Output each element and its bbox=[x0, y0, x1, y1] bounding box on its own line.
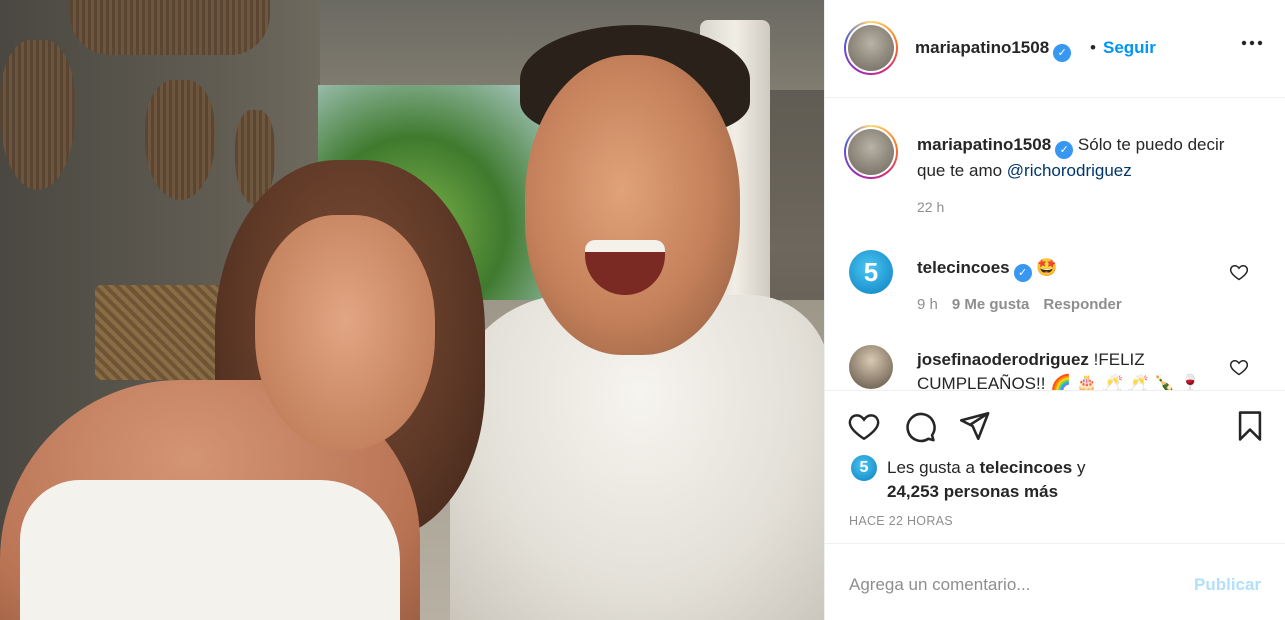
caption-username[interactable]: mariapatino1508 bbox=[917, 135, 1051, 154]
comment-username[interactable]: josefinaoderodriguez bbox=[917, 350, 1089, 369]
likes-middle: y bbox=[1072, 458, 1086, 477]
photo-woman-face bbox=[255, 215, 435, 450]
comment-like-heart-icon[interactable] bbox=[1229, 262, 1249, 282]
verified-badge-icon: ✓ bbox=[1055, 141, 1074, 159]
comment-item: josefinaoderodriguez !FELIZ CUMPLEAÑOS!!… bbox=[825, 345, 1285, 390]
post-photo[interactable] bbox=[0, 0, 824, 620]
author-avatar[interactable] bbox=[844, 21, 898, 75]
add-comment-input[interactable]: Agrega un comentario... bbox=[849, 575, 1030, 595]
comment-time[interactable]: 9 h bbox=[917, 296, 938, 313]
likes-summary: 5 Les gusta a telecincoes y 24,253 perso… bbox=[825, 455, 1285, 505]
caption-avatar[interactable] bbox=[844, 125, 898, 179]
telecinco-small-avatar[interactable]: 5 bbox=[851, 455, 877, 481]
likes-prefix: Les gusta a bbox=[887, 458, 980, 477]
comment-like-heart-icon[interactable] bbox=[1229, 357, 1249, 377]
share-send-icon[interactable] bbox=[957, 409, 991, 443]
username-text[interactable]: mariapatino1508 bbox=[915, 38, 1049, 57]
caption-text: mariapatino1508 ✓ Sólo te puedo decir que… bbox=[917, 133, 1237, 183]
verified-badge-icon: ✓ bbox=[1013, 264, 1032, 282]
likes-text: Les gusta a telecincoes y 24,253 persona… bbox=[887, 456, 1085, 504]
add-comment-bar: Agrega un comentario... Publicar bbox=[825, 543, 1285, 620]
publish-button[interactable]: Publicar bbox=[1194, 575, 1261, 595]
photo-woman-dress bbox=[20, 480, 400, 620]
more-options-icon[interactable] bbox=[1241, 32, 1263, 60]
photo-basket bbox=[145, 80, 215, 200]
comment-item: 5 telecincoes ✓ 🤩 9 h 9 Me gusta Responder bbox=[825, 250, 1285, 320]
reply-button[interactable]: Responder bbox=[1043, 296, 1121, 313]
comment-username[interactable]: telecincoes bbox=[917, 258, 1010, 277]
post-actions-bar bbox=[825, 390, 1285, 450]
comment-line: telecincoes ✓ 🤩 bbox=[917, 256, 1237, 282]
save-bookmark-icon[interactable] bbox=[1233, 409, 1267, 443]
commenter-avatar[interactable] bbox=[849, 345, 893, 389]
author-username[interactable]: mariapatino1508 ✓ bbox=[915, 38, 1072, 62]
like-heart-icon[interactable] bbox=[847, 409, 881, 443]
separator-dot: • bbox=[1090, 38, 1096, 57]
comment-likes[interactable]: 9 Me gusta bbox=[952, 296, 1030, 313]
photo-basket bbox=[0, 40, 75, 190]
follow-button[interactable]: Seguir bbox=[1103, 38, 1156, 58]
comment-text: 🤩 bbox=[1036, 258, 1058, 277]
post-side-panel: mariapatino1508 ✓ • Seguir mariapatino150… bbox=[824, 0, 1285, 620]
post-timestamp[interactable]: HACE 22 HORAS bbox=[849, 514, 953, 528]
post-header: mariapatino1508 ✓ • Seguir bbox=[825, 0, 1285, 98]
caption-time[interactable]: 22 h bbox=[917, 199, 944, 215]
photo-man-face bbox=[525, 55, 740, 355]
photo-cabinet bbox=[95, 285, 225, 380]
comment-meta: 9 h 9 Me gusta Responder bbox=[917, 296, 1122, 313]
likes-user-link[interactable]: telecincoes bbox=[980, 458, 1073, 477]
telecinco-avatar[interactable]: 5 bbox=[849, 250, 893, 294]
caption-mention-link[interactable]: @richorodriguez bbox=[1007, 161, 1132, 180]
verified-badge-icon: ✓ bbox=[1053, 44, 1072, 62]
photo-basket bbox=[70, 0, 270, 55]
likes-count-link[interactable]: 24,253 personas más bbox=[887, 482, 1058, 501]
comment-bubble-icon[interactable] bbox=[903, 409, 937, 443]
comment-line: josefinaoderodriguez !FELIZ CUMPLEAÑOS!!… bbox=[917, 348, 1237, 390]
